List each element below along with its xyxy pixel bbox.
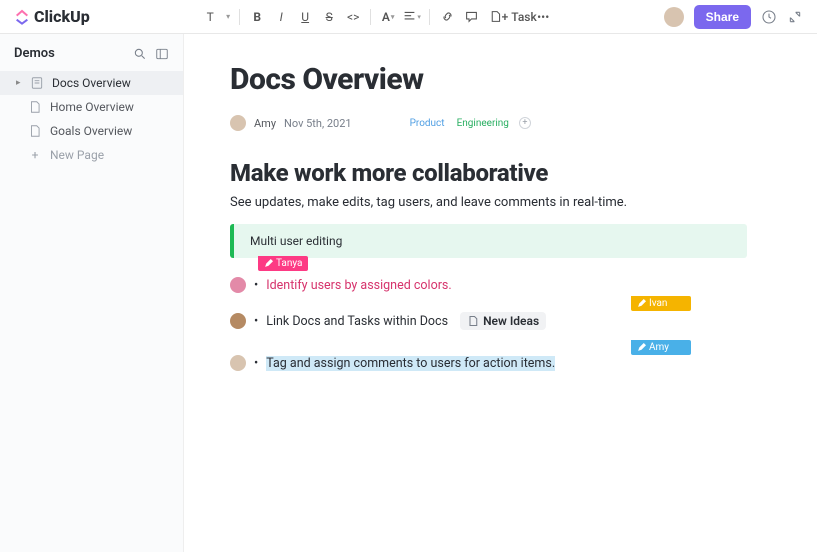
new-page-button[interactable]: + New Page bbox=[0, 143, 183, 167]
more-button[interactable]: ••• bbox=[532, 6, 554, 28]
doc-title[interactable]: Docs Overview bbox=[230, 62, 747, 97]
strikethrough-button[interactable]: S bbox=[318, 6, 340, 28]
collapse-sidebar-icon[interactable] bbox=[155, 47, 169, 61]
sidebar-item-docs-overview[interactable]: ▸ Docs Overview bbox=[0, 71, 183, 95]
sidebar-item-goals-overview[interactable]: Goals Overview bbox=[0, 119, 183, 143]
section-heading[interactable]: Make work more collaborative bbox=[230, 159, 747, 187]
share-button[interactable]: Share bbox=[694, 5, 751, 29]
pencil-icon bbox=[637, 343, 646, 352]
caret-icon: ▸ bbox=[16, 78, 22, 88]
right-actions: Share bbox=[664, 5, 803, 29]
search-icon[interactable] bbox=[133, 47, 147, 61]
link-button[interactable] bbox=[436, 6, 458, 28]
new-page-label: New Page bbox=[50, 148, 104, 162]
tag-engineering[interactable]: Engineering bbox=[455, 117, 511, 130]
add-task-button[interactable]: + Task bbox=[508, 6, 530, 28]
history-icon[interactable] bbox=[761, 9, 777, 25]
doc-landing-icon bbox=[30, 76, 44, 90]
doc-meta: Amy Nov 5th, 2021 Product Engineering + bbox=[230, 115, 747, 131]
topbar: ClickUp T ▾ B I U S <> A▾ ▾ + Task ••• S… bbox=[0, 0, 817, 34]
pencil-icon bbox=[637, 299, 646, 308]
collab-line-amy[interactable]: Amy • Tag and assign comments to users f… bbox=[230, 352, 747, 374]
text-style-dropdown[interactable]: T bbox=[199, 6, 221, 28]
avatar-amy bbox=[230, 355, 246, 371]
doc-icon bbox=[28, 100, 42, 114]
code-button[interactable]: <> bbox=[342, 6, 364, 28]
callout-block[interactable]: Multi user editing bbox=[230, 224, 747, 258]
comment-button[interactable] bbox=[460, 6, 482, 28]
section-subtext[interactable]: See updates, make edits, tag users, and … bbox=[230, 195, 747, 210]
linked-doc-chip[interactable]: New Ideas bbox=[460, 312, 546, 330]
author-name: Amy bbox=[254, 117, 276, 130]
brand-name: ClickUp bbox=[34, 7, 90, 26]
collab-line-tanya[interactable]: Tanya • Identify users by assigned color… bbox=[230, 274, 747, 296]
document-area: Docs Overview Amy Nov 5th, 2021 Product … bbox=[184, 34, 817, 552]
avatar-ivan bbox=[230, 313, 246, 329]
presence-badge-ivan: Ivan bbox=[631, 296, 691, 311]
tag-product[interactable]: Product bbox=[408, 117, 447, 130]
doc-icon bbox=[467, 315, 479, 327]
sidebar-item-home-overview[interactable]: Home Overview bbox=[0, 95, 183, 119]
sidebar: Demos ▸ Docs Overview Home Overview Goal… bbox=[0, 34, 184, 552]
presence-badge-amy: Amy bbox=[631, 340, 691, 355]
add-tag-button[interactable]: + bbox=[519, 117, 531, 129]
line-text: Identify users by assigned colors. bbox=[266, 278, 451, 293]
text-style-caret[interactable]: ▾ bbox=[223, 6, 233, 28]
underline-button[interactable]: U bbox=[294, 6, 316, 28]
pencil-icon bbox=[264, 259, 273, 268]
italic-button[interactable]: I bbox=[270, 6, 292, 28]
bold-button[interactable]: B bbox=[246, 6, 268, 28]
doc-icon bbox=[28, 124, 42, 138]
doc-date: Nov 5th, 2021 bbox=[284, 117, 352, 130]
formatting-toolbar: T ▾ B I U S <> A▾ ▾ + Task ••• bbox=[199, 6, 554, 28]
sidebar-item-label: Home Overview bbox=[50, 100, 134, 114]
clickup-logo-icon bbox=[14, 9, 30, 25]
bullet: • bbox=[254, 278, 258, 293]
line-text: Tag and assign comments to users for act… bbox=[266, 356, 555, 371]
expand-icon[interactable] bbox=[787, 9, 803, 25]
presence-badge-tanya: Tanya bbox=[258, 256, 308, 271]
line-text: Link Docs and Tasks within Docs bbox=[266, 314, 448, 329]
align-button[interactable]: ▾ bbox=[401, 6, 423, 28]
plus-icon: + bbox=[28, 148, 42, 162]
text-color-button[interactable]: A▾ bbox=[377, 6, 399, 28]
collab-line-ivan[interactable]: Ivan • Link Docs and Tasks within Docs N… bbox=[230, 310, 747, 332]
sidebar-item-label: Docs Overview bbox=[52, 76, 131, 90]
bullet: • bbox=[254, 356, 258, 371]
avatar-tanya bbox=[230, 277, 246, 293]
user-avatar[interactable] bbox=[664, 7, 684, 27]
callout-text: Multi user editing bbox=[250, 234, 342, 248]
sidebar-title: Demos bbox=[14, 46, 125, 61]
bullet: • bbox=[254, 314, 258, 329]
logo[interactable]: ClickUp bbox=[14, 7, 90, 26]
author-avatar[interactable] bbox=[230, 115, 246, 131]
sidebar-item-label: Goals Overview bbox=[50, 124, 132, 138]
